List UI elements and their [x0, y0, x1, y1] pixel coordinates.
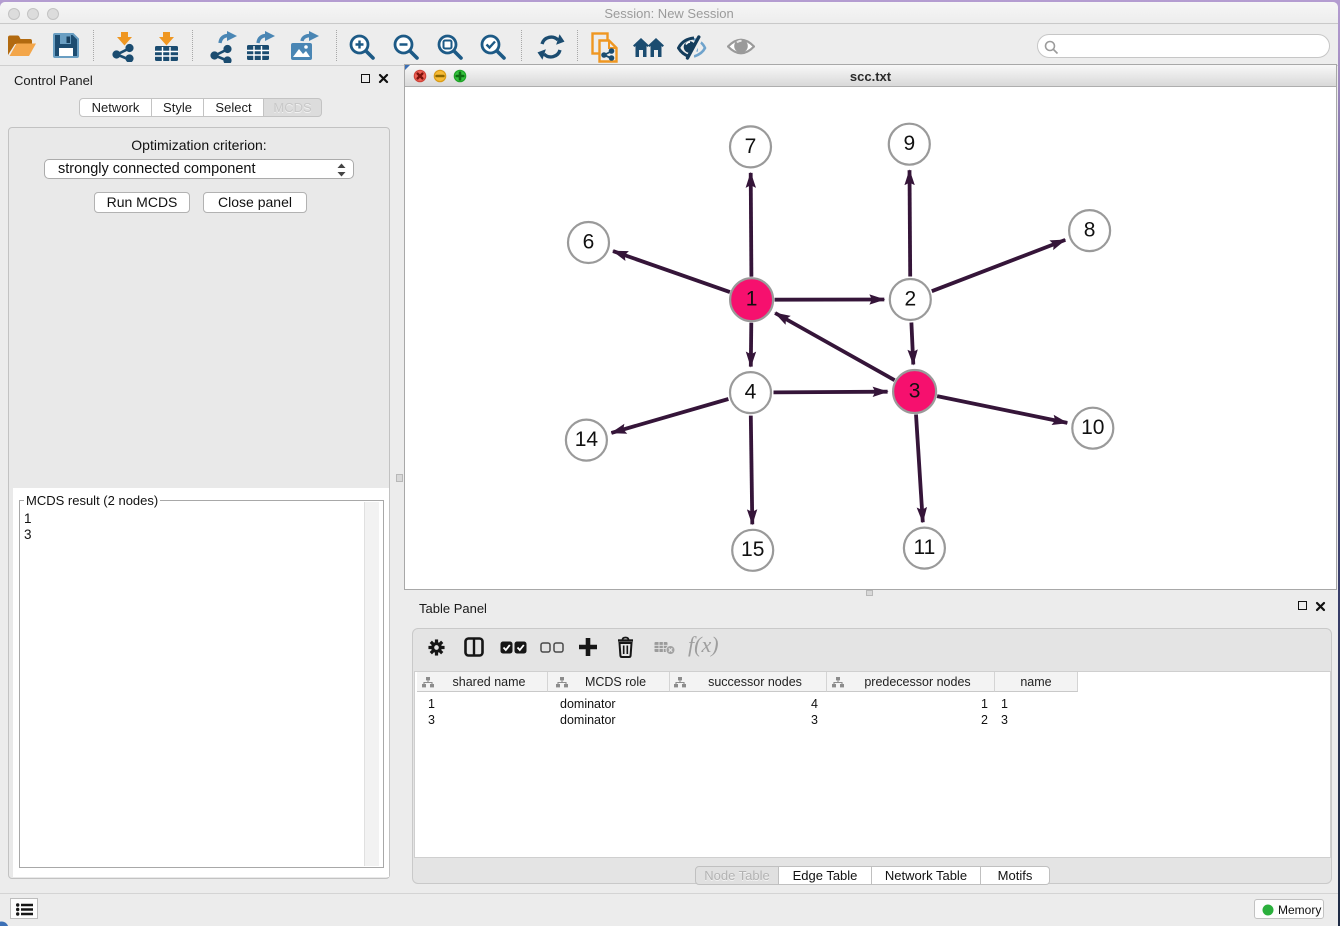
- svg-text:1: 1: [746, 288, 758, 311]
- svg-text:14: 14: [575, 428, 599, 451]
- svg-text:15: 15: [741, 538, 764, 561]
- svg-text:7: 7: [745, 135, 757, 158]
- svg-text:6: 6: [583, 230, 595, 253]
- svg-text:9: 9: [903, 132, 915, 155]
- svg-text:11: 11: [913, 536, 935, 559]
- svg-text:3: 3: [909, 379, 921, 402]
- svg-text:8: 8: [1084, 219, 1096, 242]
- svg-text:10: 10: [1081, 416, 1104, 439]
- svg-text:4: 4: [745, 381, 757, 404]
- svg-text:2: 2: [904, 287, 916, 310]
